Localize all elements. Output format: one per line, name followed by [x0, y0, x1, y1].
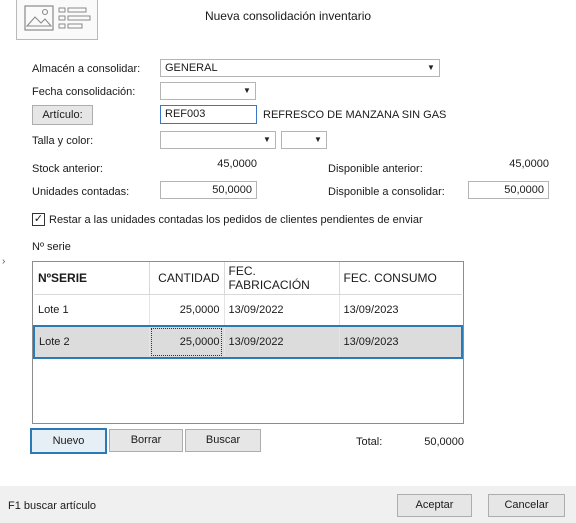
stock-anterior-label: Stock anterior: [32, 163, 103, 175]
disponible-anterior-label: Disponible anterior: [328, 163, 423, 175]
serie-grid[interactable]: NºSERIE CANTIDAD FEC. FABRICACIÓN FEC. C… [32, 261, 464, 424]
almacen-select[interactable]: GENERAL ▼ [160, 59, 440, 77]
total-value: 50,0000 [424, 436, 464, 448]
restar-checkbox[interactable]: ✓ [32, 213, 45, 226]
cell-serie[interactable]: Lote 2 [33, 325, 150, 359]
disponible-consolidar-input[interactable]: 50,0000 [468, 181, 549, 199]
cell-consumo[interactable]: 13/09/2023 [339, 325, 463, 359]
cell-fabricacion[interactable]: 13/09/2022 [224, 294, 340, 327]
unidades-label: Unidades contadas: [32, 186, 130, 198]
serie-label: Nº serie [32, 241, 71, 253]
cell-cantidad[interactable]: 25,0000 [149, 294, 225, 327]
almacen-label: Almacén a consolidar: [32, 63, 141, 75]
cell-serie[interactable]: Lote 1 [34, 294, 150, 327]
chevron-down-icon[interactable]: ▼ [259, 132, 275, 148]
col-header-consumo[interactable]: FEC. CONSUMO [339, 262, 462, 295]
articulo-description: REFRESCO DE MANZANA SIN GAS [263, 109, 447, 121]
talla-select[interactable]: ▼ [160, 131, 276, 149]
chevron-down-icon[interactable]: ▼ [310, 132, 326, 148]
stock-anterior-value: 45,0000 [217, 158, 257, 170]
table-row-selected[interactable]: Lote 2 25,0000 13/09/2022 13/09/2023 [33, 325, 463, 359]
col-header-cantidad[interactable]: CANTIDAD [149, 262, 225, 295]
aceptar-button[interactable]: Aceptar [397, 494, 472, 517]
cell-cantidad[interactable]: 25,0000 [149, 325, 225, 359]
color-select[interactable]: ▼ [281, 131, 327, 149]
col-header-fabricacion[interactable]: FEC. FABRICACIÓN [224, 262, 340, 295]
col-header-serie[interactable]: NºSERIE [34, 262, 150, 295]
chevron-down-icon[interactable]: ▼ [423, 60, 439, 76]
articulo-input[interactable]: REF003 [160, 105, 257, 124]
chevron-down-icon[interactable]: ▼ [239, 83, 255, 99]
grid-header-row: NºSERIE CANTIDAD FEC. FABRICACIÓN FEC. C… [34, 262, 462, 295]
restar-label: Restar a las unidades contadas los pedid… [49, 214, 423, 226]
nuevo-button[interactable]: Nuevo [30, 428, 107, 454]
talla-label: Talla y color: [32, 135, 94, 147]
fecha-label: Fecha consolidación: [32, 86, 136, 98]
chevron-right-icon[interactable]: › [2, 256, 5, 267]
cancelar-button[interactable]: Cancelar [488, 494, 565, 517]
window-title: Nueva consolidación inventario [204, 9, 372, 23]
cell-consumo[interactable]: 13/09/2023 [339, 294, 462, 327]
almacen-value: GENERAL [165, 62, 218, 74]
borrar-button[interactable]: Borrar [109, 429, 183, 452]
disponible-anterior-value: 45,0000 [509, 158, 549, 170]
unidades-input[interactable]: 50,0000 [160, 181, 257, 199]
articulo-button[interactable]: Artículo: [32, 105, 93, 125]
disponible-consolidar-label: Disponible a consolidar: [328, 186, 445, 198]
fecha-picker[interactable]: ▼ [160, 82, 256, 100]
buscar-button[interactable]: Buscar [185, 429, 261, 452]
f1-hint: F1 buscar artículo [8, 500, 97, 512]
table-row[interactable]: Lote 1 25,0000 13/09/2022 13/09/2023 [34, 294, 462, 327]
total-label: Total: [356, 436, 383, 448]
cell-fabricacion[interactable]: 13/09/2022 [224, 325, 340, 359]
